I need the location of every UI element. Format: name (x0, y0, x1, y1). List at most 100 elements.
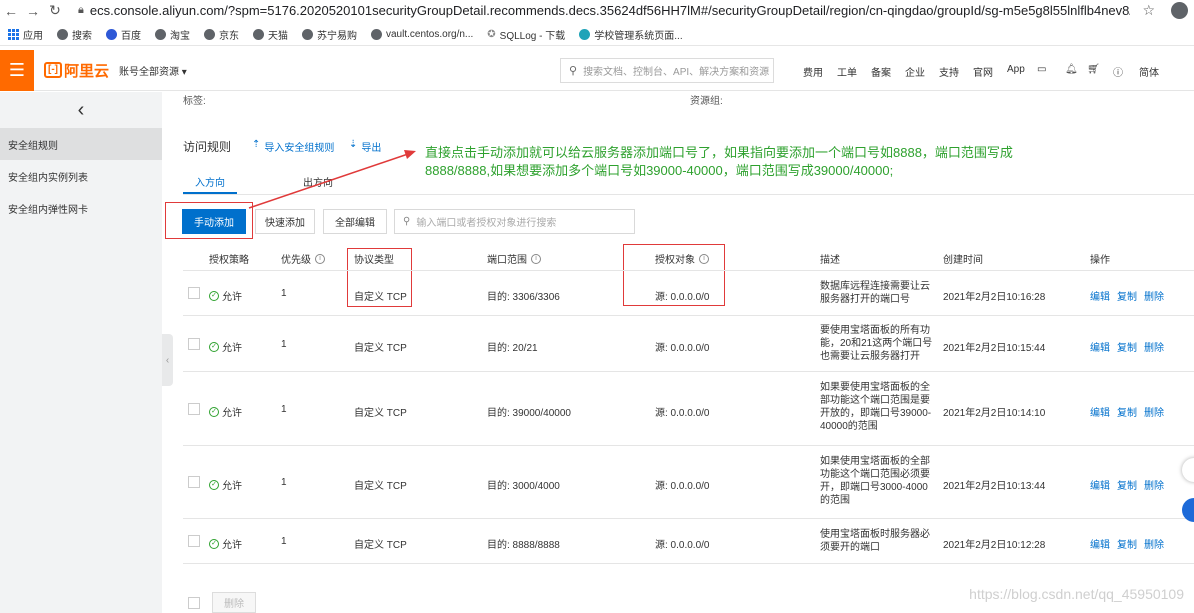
delete-link[interactable]: 删除 (1144, 477, 1164, 492)
tag-label: 标签: (183, 96, 206, 107)
bookmark-item[interactable]: ✪ SQLLog - 下载 (487, 27, 565, 42)
copy-link[interactable]: 复制 (1117, 477, 1137, 492)
edit-link[interactable]: 编辑 (1090, 288, 1110, 303)
select-all-checkbox[interactable] (188, 596, 200, 609)
col-priority: 优先级 i (281, 251, 325, 266)
check-circle-icon: ✓ (209, 341, 219, 352)
language-switch[interactable]: 简体 (1139, 64, 1159, 79)
tab-outbound[interactable]: 出方向 (273, 168, 363, 194)
info-icon[interactable]: i (315, 253, 325, 264)
row-checkbox[interactable] (188, 535, 200, 547)
forward-icon[interactable]: → (22, 3, 44, 19)
priority-cell: 1 (281, 288, 287, 299)
export-link[interactable]: ⇣ 导出 (349, 139, 381, 154)
edit-all-button[interactable]: 全部编辑 (323, 209, 387, 234)
check-circle-icon: ✓ (209, 538, 219, 549)
top-link[interactable]: 备案 (871, 64, 905, 79)
top-link[interactable]: 企业 (905, 64, 939, 79)
bookmark-item[interactable]: 京东 (204, 27, 239, 42)
col-time: 创建时间 (943, 255, 983, 266)
sidebar-item-eni[interactable]: 安全组内弹性网卡 (0, 192, 162, 224)
back-icon[interactable]: ← (0, 3, 22, 19)
row-checkbox[interactable] (188, 287, 200, 299)
top-link[interactable]: 工单 (837, 64, 871, 79)
policy-cell: ✓ 允许 (209, 404, 242, 419)
rules-title: 访问规则 (183, 140, 232, 154)
row-checkbox[interactable] (188, 403, 200, 415)
sqllog-icon: ✪ (487, 29, 496, 40)
back-chevron-icon[interactable]: ‹ (0, 92, 162, 128)
bookmark-item[interactable]: vault.centos.org/n... (371, 29, 473, 40)
profile-icon[interactable] (1171, 2, 1188, 19)
info-icon[interactable]: i (531, 253, 541, 264)
delete-link[interactable]: 删除 (1144, 339, 1164, 354)
delete-link[interactable]: 删除 (1144, 404, 1164, 419)
top-link[interactable]: 费用 (803, 64, 837, 79)
url-field[interactable]: ecs.console.aliyun.com/?spm=5176.2020520… (90, 3, 1130, 18)
table-row: ✓ 允许 1 自定义 TCP 目的: 8888/8888 源: 0.0.0.0/0… (183, 519, 1194, 564)
copy-link[interactable]: 复制 (1117, 536, 1137, 551)
edit-link[interactable]: 编辑 (1090, 477, 1110, 492)
desc-cell: 要使用宝塔面板的所有功能，20和21这两个端口号也需要让云服务器打开 (820, 325, 933, 362)
priority-cell: 1 (281, 536, 287, 547)
help-icon[interactable]: ⓘ (1113, 64, 1139, 79)
col-source: 授权对象 i (655, 251, 709, 266)
rule-search-input[interactable]: ⚲ 输入端口或者授权对象进行搜索 (394, 209, 635, 234)
direction-tabs: 入方向 出方向 (183, 168, 363, 194)
top-link[interactable]: App (1007, 64, 1037, 79)
table-row: ✓ 允许 1 自定义 TCP 目的: 3306/3306 源: 0.0.0.0/0… (183, 271, 1194, 316)
top-link[interactable]: 支持 (939, 64, 973, 79)
row-checkbox[interactable] (188, 476, 200, 488)
sidebar-item-rules[interactable]: 安全组规则 (0, 128, 162, 160)
download-icon: ⇣ (349, 139, 358, 150)
edit-link[interactable]: 编辑 (1090, 536, 1110, 551)
lock-icon[interactable]: 🔒︎ (78, 4, 84, 17)
edit-link[interactable]: 编辑 (1090, 339, 1110, 354)
delete-link[interactable]: 删除 (1144, 288, 1164, 303)
bookmark-item[interactable]: 学校管理系统页面... (579, 27, 683, 42)
info-icon[interactable]: i (699, 253, 709, 264)
port-cell: 目的: 3000/4000 (487, 481, 560, 492)
source-cell: 源: 0.0.0.0/0 (655, 540, 710, 551)
globe-icon (253, 29, 264, 40)
bulk-delete-button[interactable]: 删除 (212, 592, 256, 613)
globe-icon (371, 29, 382, 40)
sidebar-item-instances[interactable]: 安全组内实例列表 (0, 160, 162, 192)
port-cell: 目的: 20/21 (487, 343, 538, 354)
bookmark-star-icon[interactable]: ☆ (1142, 2, 1155, 19)
bookmark-item[interactable]: 苏宁易购 (302, 27, 357, 42)
bookmark-item[interactable]: 搜索 (57, 27, 92, 42)
policy-cell: ✓ 允许 (209, 536, 242, 551)
terminal-icon[interactable]: ▭ (1037, 64, 1065, 79)
top-link[interactable]: 官网 (973, 64, 1007, 79)
row-checkbox[interactable] (188, 338, 200, 350)
sidebar-collapse-toggle[interactable]: ‹ (162, 334, 173, 386)
tab-inbound[interactable]: 入方向 (183, 168, 237, 194)
account-resource-dropdown[interactable]: 账号全部资源 ▾ (119, 63, 187, 78)
source-cell: 源: 0.0.0.0/0 (655, 343, 710, 354)
copy-link[interactable]: 复制 (1117, 339, 1137, 354)
aliyun-logo[interactable]: [-] 阿里云 (44, 60, 109, 81)
menu-icon[interactable]: ☰ (0, 49, 34, 91)
bell-icon[interactable]: 🔔︎ (1065, 64, 1087, 79)
bookmark-item[interactable]: 百度 (106, 27, 141, 42)
console-topbar: ☰ [-] 阿里云 账号全部资源 ▾ ⚲ 搜索文档、控制台、API、解决方案和资… (0, 49, 1194, 91)
priority-cell: 1 (281, 477, 287, 488)
bookmark-item[interactable]: 淘宝 (155, 27, 190, 42)
edit-link[interactable]: 编辑 (1090, 404, 1110, 419)
source-cell: 源: 0.0.0.0/0 (655, 481, 710, 492)
copy-link[interactable]: 复制 (1117, 404, 1137, 419)
delete-link[interactable]: 删除 (1144, 536, 1164, 551)
copy-link[interactable]: 复制 (1117, 288, 1137, 303)
check-circle-icon: ✓ (209, 406, 219, 417)
bookmark-apps[interactable]: 应用 (8, 27, 43, 42)
bookmark-item[interactable]: 天猫 (253, 27, 288, 42)
cart-icon[interactable]: 🛒︎ (1087, 64, 1113, 79)
table-row: ✓ 允许 1 自定义 TCP 目的: 3000/4000 源: 0.0.0.0/0… (183, 446, 1194, 519)
import-rules-link[interactable]: ⇡ 导入安全组规则 (252, 139, 334, 154)
reload-icon[interactable]: ↻ (44, 2, 66, 19)
quick-add-button[interactable]: 快速添加 (255, 209, 315, 234)
highlight-box (165, 202, 253, 239)
table-header: 授权策略 优先级 i 协议类型 端口范围 i 授权对象 i 描述 创建时间 操作 (183, 242, 1194, 271)
global-search-input[interactable]: ⚲ 搜索文档、控制台、API、解决方案和资源 (560, 58, 774, 83)
